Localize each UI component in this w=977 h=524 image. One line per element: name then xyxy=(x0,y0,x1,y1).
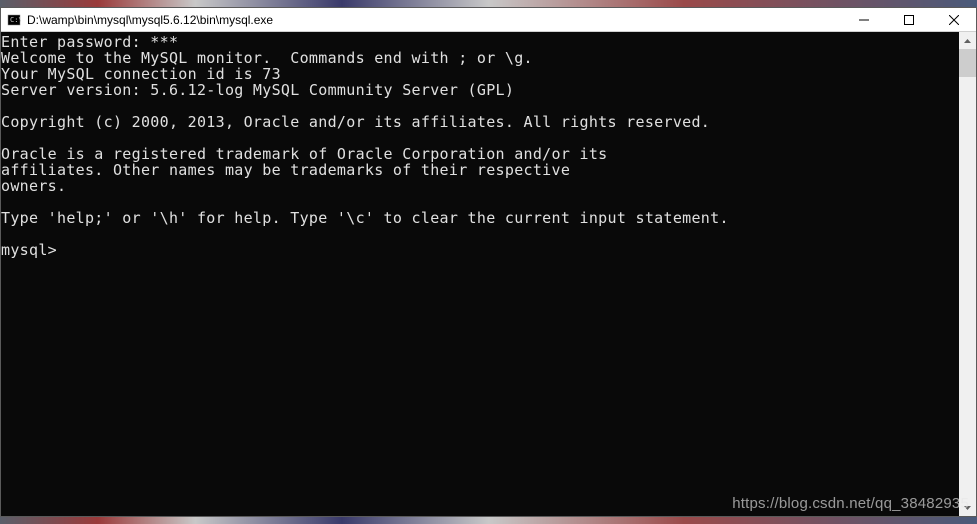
svg-text:C:\: C:\ xyxy=(10,16,21,24)
background-strip-top xyxy=(0,0,977,7)
terminal-output[interactable]: Enter password: *** Welcome to the MySQL… xyxy=(1,32,959,516)
minimize-button[interactable] xyxy=(841,8,886,31)
app-icon: C:\ xyxy=(6,12,22,28)
background-strip-bottom xyxy=(0,517,977,524)
close-button[interactable] xyxy=(931,8,976,31)
console-window: C:\ D:\wamp\bin\mysql\mysql5.6.12\bin\my… xyxy=(0,7,977,517)
window-controls xyxy=(841,8,976,31)
vertical-scrollbar[interactable] xyxy=(959,32,976,516)
terminal-container: Enter password: *** Welcome to the MySQL… xyxy=(1,32,976,516)
titlebar[interactable]: C:\ D:\wamp\bin\mysql\mysql5.6.12\bin\my… xyxy=(1,8,976,32)
scroll-thumb[interactable] xyxy=(959,49,976,77)
scroll-track[interactable] xyxy=(959,49,976,499)
maximize-button[interactable] xyxy=(886,8,931,31)
scroll-down-arrow[interactable] xyxy=(959,499,976,516)
scroll-up-arrow[interactable] xyxy=(959,32,976,49)
window-title: D:\wamp\bin\mysql\mysql5.6.12\bin\mysql.… xyxy=(27,13,841,27)
